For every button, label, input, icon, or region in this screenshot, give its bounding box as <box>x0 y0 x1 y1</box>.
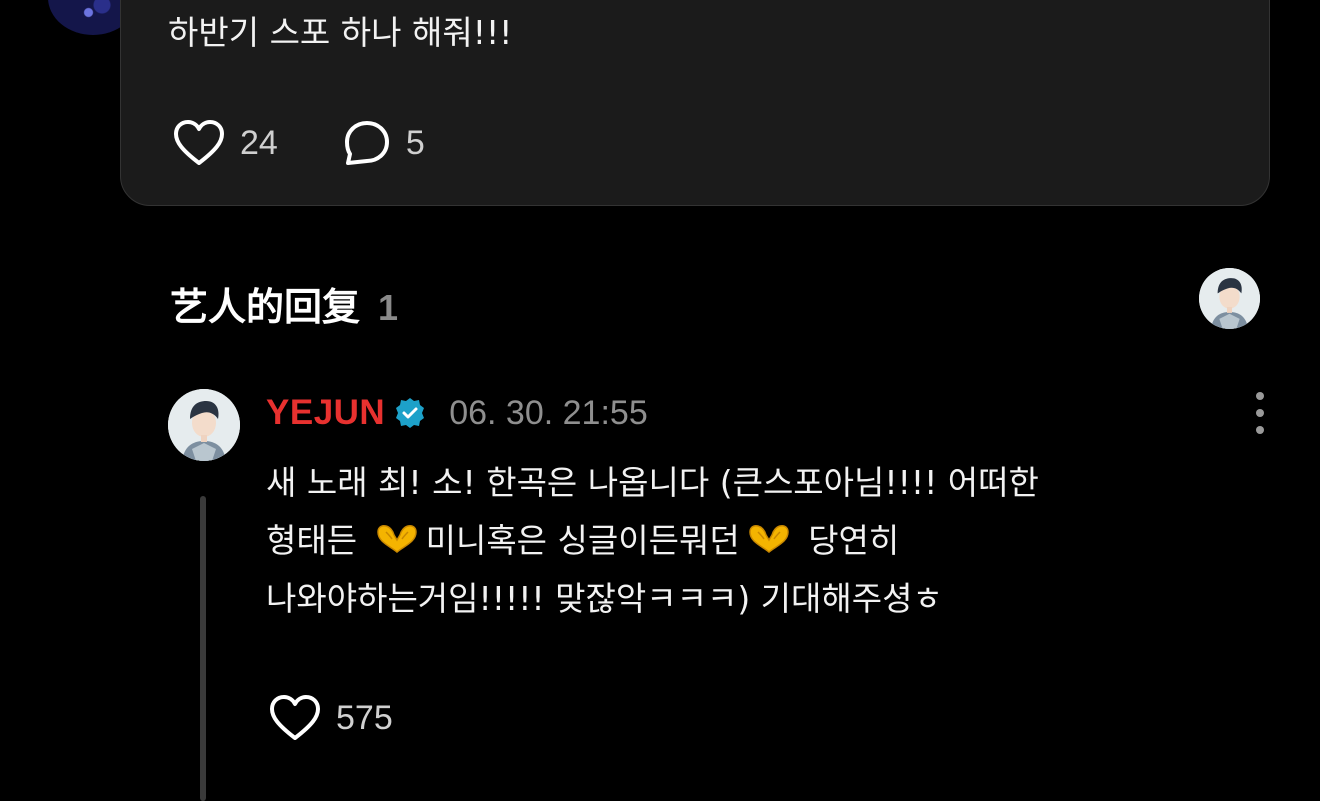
heart-hands-emoji <box>748 525 789 553</box>
verified-badge-icon <box>393 396 427 430</box>
heart-outline-icon <box>270 695 320 740</box>
post-comment-count: 5 <box>405 123 425 162</box>
reply-line-part: 당연히 <box>808 521 900 560</box>
page: 하반기 스포 하나 해줘!!! 24 5 艺人的回复 1 YEJUN 06. 3… <box>0 0 1320 801</box>
reply-text: 새 노래 최! 소! 한곡은 나옵니다 (큰스포아님!!!! 어떠한 형태든 미… <box>266 454 1266 628</box>
reply-like-count: 575 <box>336 698 393 737</box>
artist-portrait-icon <box>168 389 240 461</box>
dot <box>1256 409 1264 417</box>
thread-line <box>200 496 206 801</box>
more-options-button[interactable] <box>1246 392 1274 434</box>
reply-line: 형태든 미니혹은 싱글이든뭐던 당연히 <box>266 512 1266 570</box>
artist-replies-count: 1 <box>378 287 399 328</box>
artist-portrait-icon <box>1199 268 1260 329</box>
post-text: 하반기 스포 하나 해줘!!! <box>168 13 513 52</box>
reply-author-name[interactable]: YEJUN <box>266 393 385 433</box>
reply-author-avatar[interactable] <box>168 389 240 461</box>
dot <box>1256 392 1264 400</box>
reply-like-button[interactable]: 575 <box>268 693 393 743</box>
post-comment-button[interactable]: 5 <box>342 118 425 168</box>
artist-replies-header: 艺人的回复 1 <box>170 276 399 329</box>
post-like-button[interactable]: 24 <box>172 118 278 168</box>
heart-outline-icon <box>174 120 224 165</box>
artist-avatar[interactable] <box>1199 268 1260 329</box>
post-actions: 24 5 <box>172 116 425 170</box>
reply-line-part: 미니혹은 싱글이든뭐던 <box>425 521 740 560</box>
reply-timestamp: 06. 30. 21:55 <box>449 393 648 432</box>
reply-meta: YEJUN 06. 30. 21:55 <box>266 390 648 436</box>
reply-line: 새 노래 최! 소! 한곡은 나옵니다 (큰스포아님!!!! 어떠한 <box>266 463 1039 502</box>
dot <box>1256 426 1264 434</box>
reply-line-part: 형태든 <box>266 521 358 560</box>
reply-actions: 575 <box>268 690 393 746</box>
reply-line: 나와야하는거임!!!!! 맞잖악ㅋㅋㅋ) 기대해주셩ㅎ <box>266 579 943 618</box>
post-like-count: 24 <box>240 123 278 162</box>
heart-hands-emoji <box>376 525 417 553</box>
artist-replies-title: 艺人的回复 <box>170 285 361 329</box>
speech-bubble-icon <box>344 121 389 165</box>
